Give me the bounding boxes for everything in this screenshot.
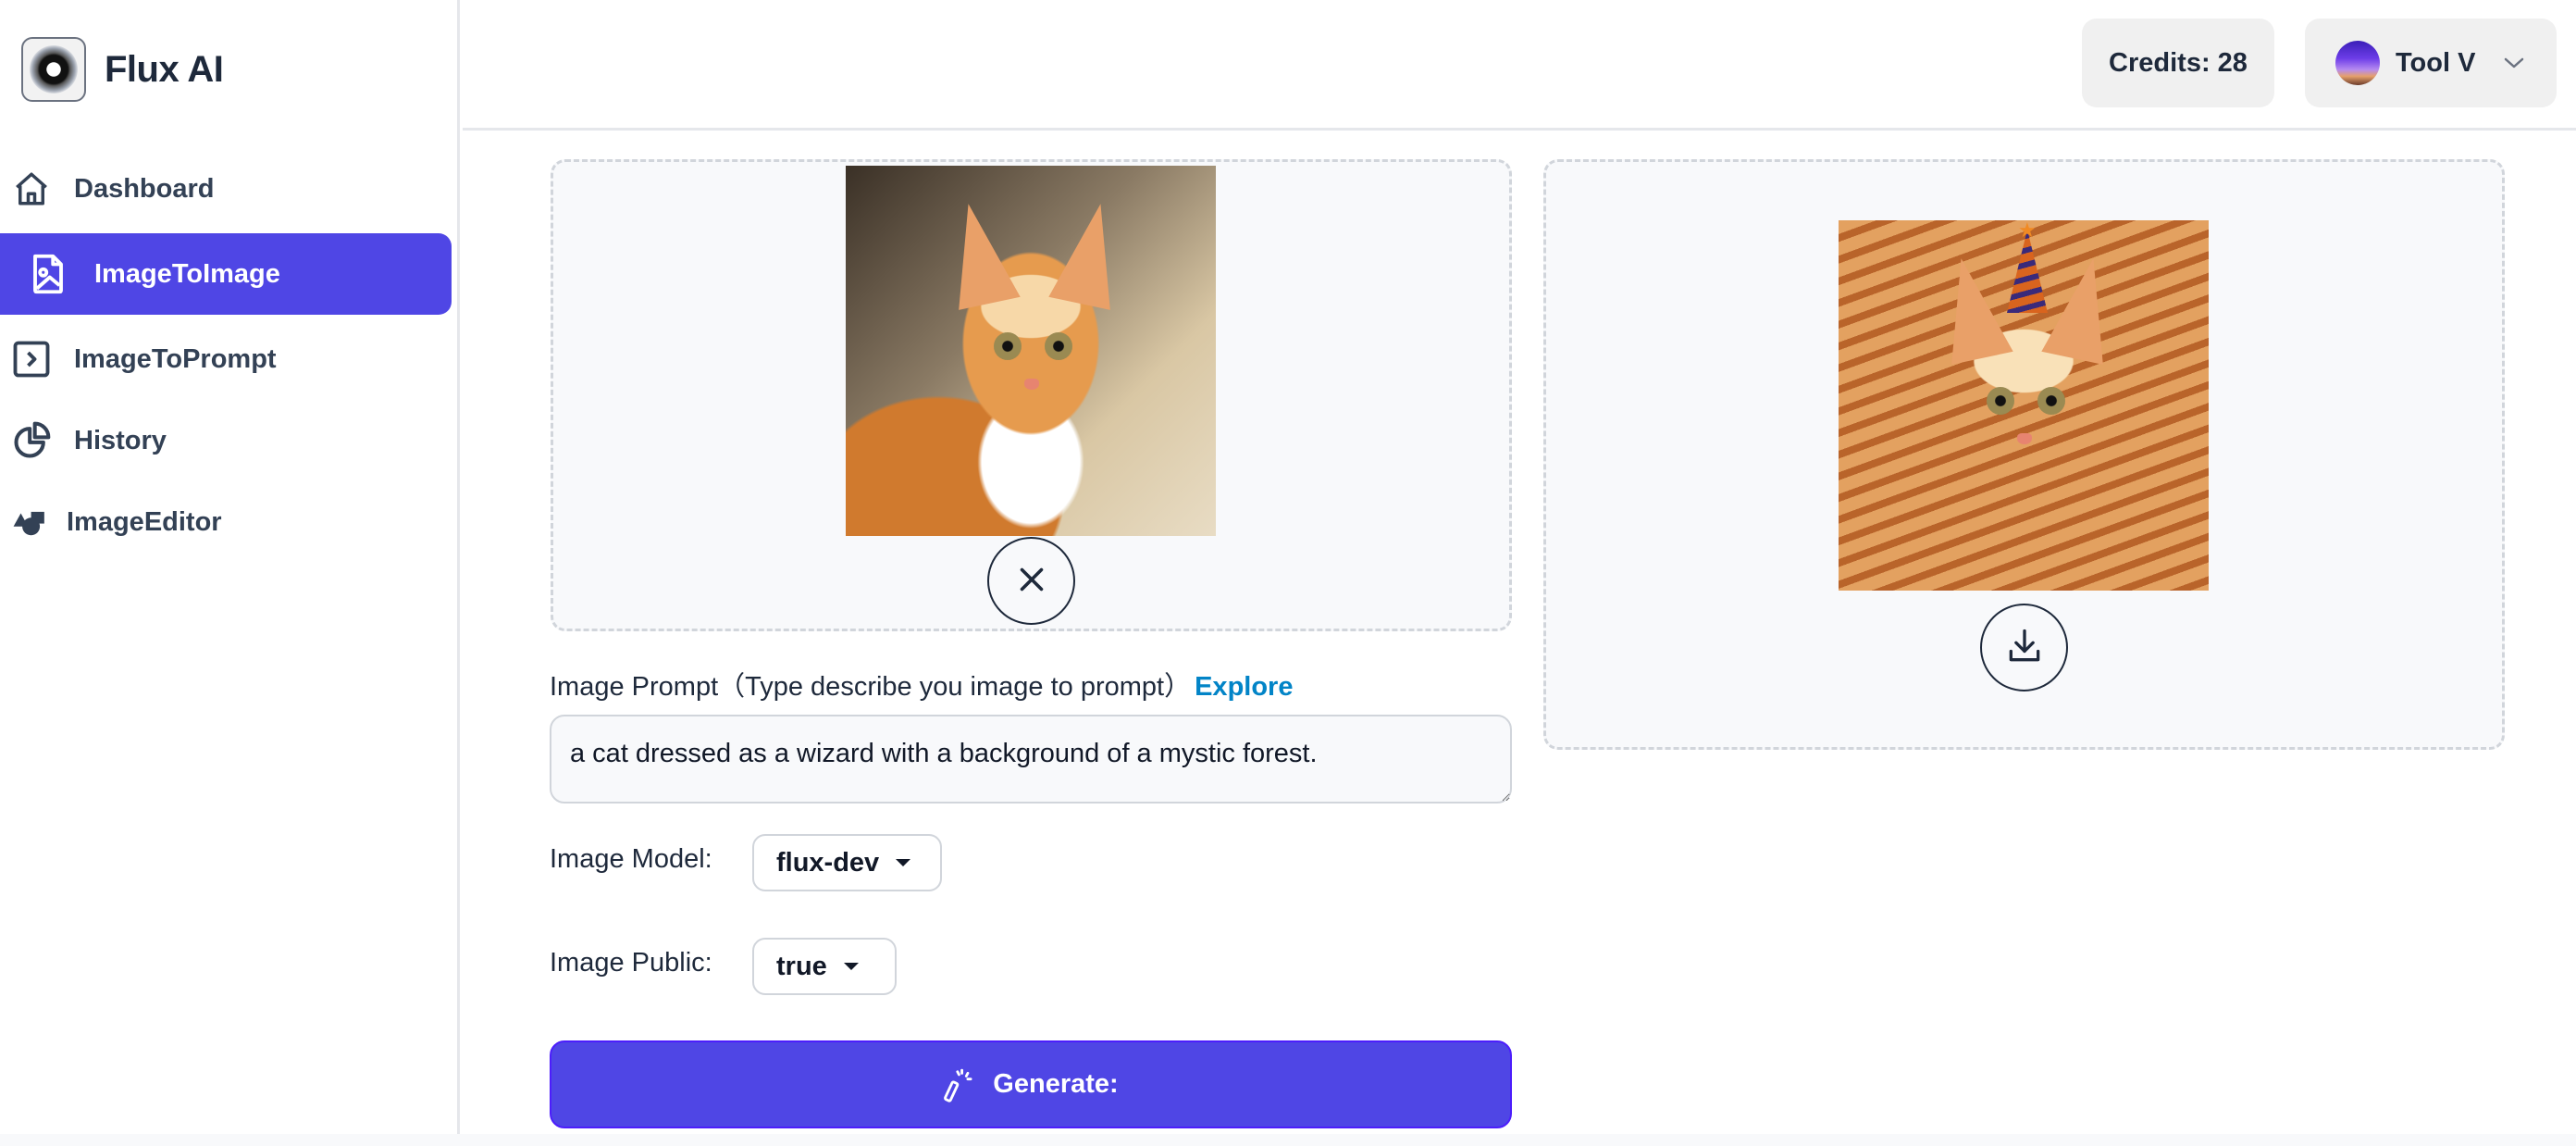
- app-root: Flux AI Dashboard ImageToImage ImageToPr…: [0, 0, 2576, 1146]
- close-icon: [1015, 563, 1048, 599]
- remove-image-button[interactable]: [987, 537, 1075, 625]
- pie-chart-icon: [11, 420, 52, 461]
- generate-button[interactable]: Generate:: [550, 1040, 1512, 1128]
- prompt-input[interactable]: [550, 715, 1512, 803]
- magic-wand-icon: [943, 1067, 978, 1102]
- sidebar-item-dashboard[interactable]: Dashboard: [0, 148, 452, 230]
- download-icon: [2004, 626, 2045, 669]
- generated-image: ★: [1839, 220, 2209, 591]
- prompt-label: Image Prompt（Type describe you image to …: [550, 665, 1293, 704]
- sidebar-item-history[interactable]: History: [0, 400, 452, 481]
- chevron-square-icon: [11, 339, 52, 380]
- user-menu-button[interactable]: Tool V: [2305, 19, 2557, 107]
- sidebar-item-label: ImageToPrompt: [74, 343, 277, 374]
- app-name: Flux AI: [105, 48, 224, 90]
- vinyl-disc-logo-icon: [21, 37, 86, 102]
- user-name: Tool V: [2396, 47, 2476, 78]
- public-label: Image Public:: [550, 948, 712, 978]
- prompt-label-text: Image Prompt（Type describe you image to …: [550, 672, 1192, 702]
- public-select[interactable]: true: [752, 938, 897, 995]
- home-icon: [11, 168, 52, 209]
- model-label: Image Model:: [550, 844, 712, 874]
- chevron-down-icon: [2503, 56, 2525, 69]
- sidebar-item-label: ImageEditor: [67, 506, 222, 537]
- sidebar: Flux AI Dashboard ImageToImage ImageToPr…: [0, 0, 460, 1146]
- sidebar-item-imagetoprompt[interactable]: ImageToPrompt: [0, 318, 452, 400]
- sidebar-item-imageeditor[interactable]: ImageEditor: [0, 481, 452, 563]
- brand[interactable]: Flux AI: [21, 37, 224, 102]
- generate-label: Generate:: [993, 1069, 1119, 1099]
- public-select-value: true: [776, 951, 827, 981]
- sidebar-item-label: ImageToImage: [94, 258, 280, 289]
- sidebar-item-label: Dashboard: [74, 173, 215, 204]
- bottom-fade: [0, 1134, 2576, 1146]
- explore-link[interactable]: Explore: [1195, 672, 1293, 702]
- download-button[interactable]: [1980, 604, 2068, 691]
- credits-badge: Credits: 28: [2082, 19, 2274, 107]
- shapes-icon: [9, 502, 50, 542]
- avatar: [2335, 41, 2380, 85]
- model-select-value: flux-dev: [776, 847, 880, 878]
- file-image-icon: [28, 254, 68, 294]
- caret-down-icon: [896, 859, 911, 866]
- caret-down-icon: [843, 963, 859, 970]
- sidebar-item-label: History: [74, 425, 167, 455]
- sidebar-item-imagetoimage[interactable]: ImageToImage: [0, 233, 452, 315]
- uploaded-image: [846, 166, 1216, 536]
- model-select[interactable]: flux-dev: [752, 834, 942, 891]
